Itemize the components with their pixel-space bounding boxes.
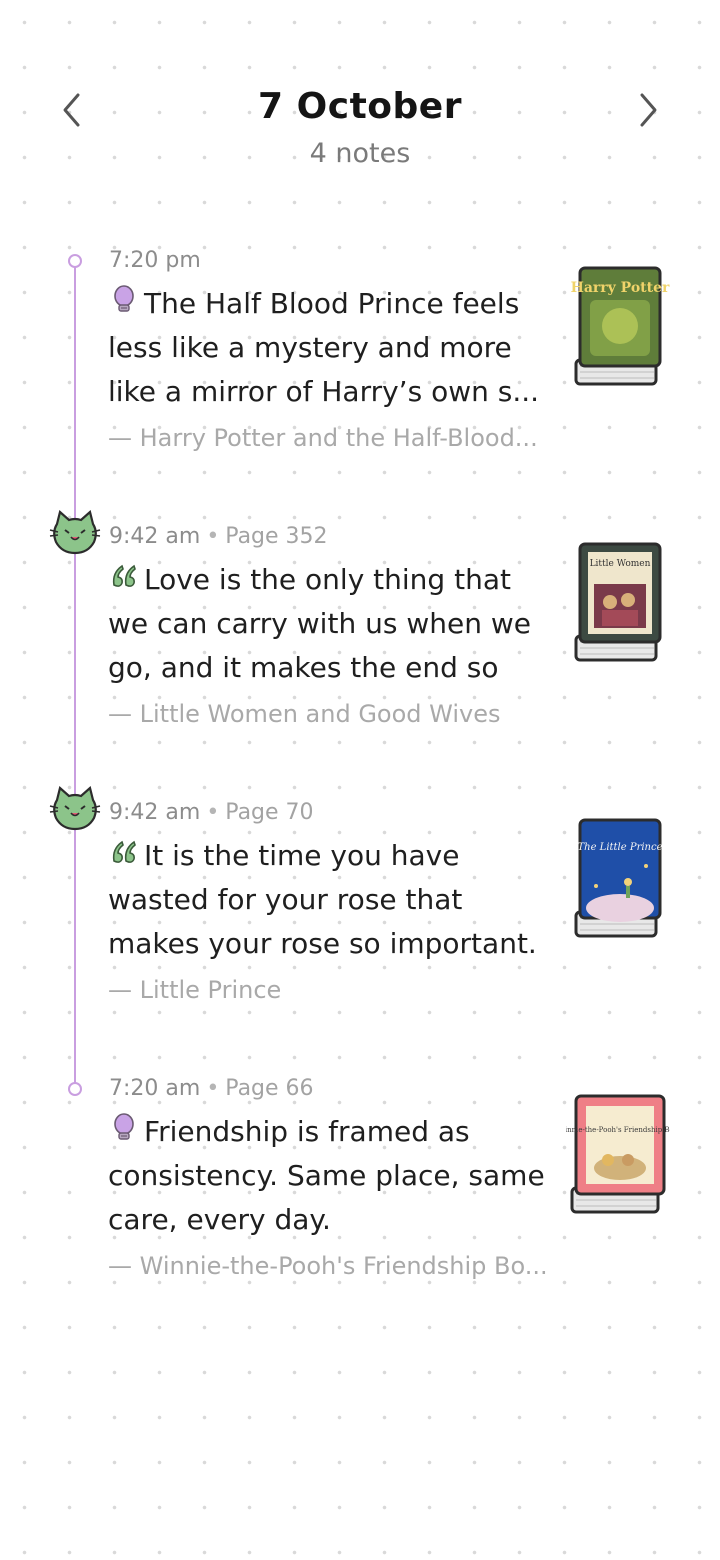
book-cover-title: The Little Prince xyxy=(577,842,662,853)
book-source: — Harry Potter and the Half-Blood... xyxy=(108,424,538,452)
timeline-marker xyxy=(68,1082,82,1096)
book-cover[interactable]: The Little Prince xyxy=(566,816,670,946)
note-item[interactable]: 9:42 am • Page 352 Love is the only thing … xyxy=(0,510,720,784)
note-text: It is the time you have wasted for your … xyxy=(108,839,537,960)
note-page: Page 352 xyxy=(225,524,328,549)
quote-icon xyxy=(109,560,139,592)
cat-mood-icon xyxy=(49,786,101,831)
lightbulb-icon xyxy=(109,1112,139,1144)
book-cover-title: Little Women xyxy=(590,559,651,569)
note-text-block: It is the time you have wasted for your … xyxy=(108,834,556,966)
notes-count: 4 notes xyxy=(309,138,411,169)
book-cover[interactable]: Harry Potter xyxy=(566,264,670,394)
page-title: 7 October xyxy=(258,86,462,127)
note-item[interactable]: 9:42 am • Page 70 It is the time you have … xyxy=(0,786,720,1060)
note-meta: 7:20 am • Page 66 xyxy=(109,1076,314,1106)
note-text-block: Friendship is framed as consistency. Sam… xyxy=(108,1110,556,1242)
note-time: 7:20 pm xyxy=(109,248,201,273)
note-page: Page 70 xyxy=(225,800,314,825)
book-cover[interactable]: Winnie-the-Pooh's Friendship Book xyxy=(566,1092,670,1222)
note-meta: 9:42 am • Page 70 xyxy=(109,800,314,830)
note-text-block: The Half Blood Prince feels less like a … xyxy=(108,282,556,414)
book-source: — Little Prince xyxy=(108,976,282,1004)
note-text: Love is the only thing that we can carry… xyxy=(108,563,531,684)
note-item[interactable]: 7:20 am • Page 66 Friendship is framed as … xyxy=(0,1076,720,1336)
book-cover-title: Winnie-the-Pooh's Friendship Book xyxy=(566,1126,670,1134)
chevron-right-icon xyxy=(640,93,657,127)
next-day-button[interactable] xyxy=(626,88,670,132)
day-header: 7 October 4 notes xyxy=(0,80,720,180)
note-text: The Half Blood Prince feels less like a … xyxy=(108,287,540,408)
meta-separator: • xyxy=(206,800,220,825)
note-time: 7:20 am xyxy=(109,1076,201,1101)
note-text: Friendship is framed as consistency. Sam… xyxy=(108,1115,545,1236)
book-source: — Winnie-the-Pooh's Friendship Bo... xyxy=(108,1252,548,1280)
lightbulb-icon xyxy=(109,284,139,316)
note-item[interactable]: 7:20 pm The Half Blood Prince feels less… xyxy=(0,248,720,508)
meta-separator: • xyxy=(206,524,220,549)
cat-mood-icon xyxy=(49,510,101,555)
note-page: Page 66 xyxy=(225,1076,314,1101)
note-time: 9:42 am xyxy=(109,800,201,825)
meta-separator: • xyxy=(206,1076,220,1101)
timeline-marker xyxy=(68,254,82,268)
quote-icon xyxy=(109,836,139,868)
note-time: 9:42 am xyxy=(109,524,201,549)
note-meta: 7:20 pm xyxy=(109,248,201,278)
note-meta: 9:42 am • Page 352 xyxy=(109,524,328,554)
book-cover[interactable]: Little Women xyxy=(566,540,670,670)
book-cover-title: Harry Potter xyxy=(571,280,670,296)
note-text-block: Love is the only thing that we can carry… xyxy=(108,558,556,690)
book-source: — Little Women and Good Wives xyxy=(108,700,501,728)
